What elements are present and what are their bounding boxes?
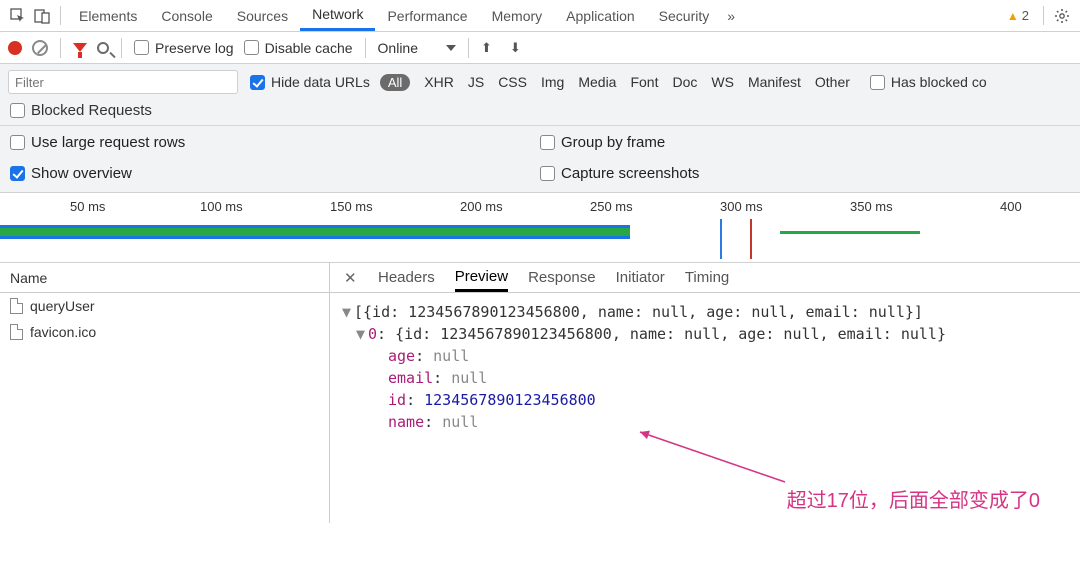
blocked-requests-checkbox[interactable]: Blocked Requests <box>8 102 152 119</box>
tick-label: 250 ms <box>590 199 633 214</box>
capture-screenshots-checkbox[interactable]: Capture screenshots <box>540 165 699 182</box>
annotation-arrow-icon <box>635 427 795 487</box>
tab-security[interactable]: Security <box>647 0 722 31</box>
tick-label: 400 <box>1000 199 1022 214</box>
show-overview-checkbox[interactable]: Show overview <box>10 165 132 182</box>
tab-memory[interactable]: Memory <box>480 0 555 31</box>
disclosure-triangle-icon[interactable]: ▼ <box>356 323 368 345</box>
filter-type-media[interactable]: Media <box>578 74 616 90</box>
filter-bar: Hide data URLs All XHR JS CSS Img Media … <box>0 64 1080 126</box>
close-icon[interactable]: ✕ <box>344 263 358 292</box>
tab-initiator[interactable]: Initiator <box>616 263 665 292</box>
tick-label: 350 ms <box>850 199 893 214</box>
tab-timing[interactable]: Timing <box>685 263 729 292</box>
hide-data-urls-checkbox[interactable]: Hide data URLs <box>248 74 370 90</box>
request-split: Name queryUser favicon.ico ✕ Headers Pre… <box>0 263 1080 523</box>
tab-performance[interactable]: Performance <box>375 0 479 31</box>
tick-label: 200 ms <box>460 199 503 214</box>
tick-label: 100 ms <box>200 199 243 214</box>
timeline-marker <box>750 219 752 259</box>
search-icon[interactable] <box>97 42 109 54</box>
timeline-marker <box>720 219 722 259</box>
large-rows-checkbox[interactable]: Use large request rows <box>10 134 185 151</box>
timeline-bar <box>780 231 920 234</box>
filter-type-img[interactable]: Img <box>541 74 564 90</box>
filter-type-ws[interactable]: WS <box>711 74 734 90</box>
tab-sources[interactable]: Sources <box>225 0 300 31</box>
upload-har-icon[interactable]: ⬆ <box>481 40 492 56</box>
filter-type-xhr[interactable]: XHR <box>424 74 454 90</box>
tab-response[interactable]: Response <box>528 263 596 292</box>
record-button[interactable] <box>8 41 22 55</box>
tick-label: 300 ms <box>720 199 763 214</box>
tab-console[interactable]: Console <box>149 0 224 31</box>
tab-preview[interactable]: Preview <box>455 263 508 292</box>
warnings-badge[interactable]: ▲ 2 <box>999 0 1037 31</box>
filter-type-all[interactable]: All <box>380 74 410 91</box>
network-toolbar: Preserve log Disable cache Online ⬆ ⬇ <box>0 32 1080 64</box>
network-options: Use large request rows Group by frame Sh… <box>0 126 1080 193</box>
tab-application[interactable]: Application <box>554 0 647 31</box>
request-detail: ✕ Headers Preview Response Initiator Tim… <box>330 263 1080 523</box>
filter-icon[interactable] <box>73 43 87 52</box>
devtools-tabstrip: Elements Console Sources Network Perform… <box>0 0 1080 32</box>
gear-icon[interactable] <box>1050 0 1074 31</box>
device-toggle-icon[interactable] <box>30 0 54 31</box>
overview-timeline[interactable]: 50 ms 100 ms 150 ms 200 ms 250 ms 300 ms… <box>0 193 1080 263</box>
throttling-select[interactable]: Online <box>378 40 456 56</box>
list-item[interactable]: favicon.ico <box>0 319 329 345</box>
download-har-icon[interactable]: ⬇ <box>510 40 521 56</box>
group-by-frame-checkbox[interactable]: Group by frame <box>540 134 665 151</box>
tick-label: 50 ms <box>70 199 105 214</box>
warnings-count: 2 <box>1022 8 1029 23</box>
has-blocked-checkbox[interactable]: Has blocked co <box>868 74 987 90</box>
tab-elements[interactable]: Elements <box>67 0 149 31</box>
inspect-icon[interactable] <box>6 0 30 31</box>
tabs-overflow-icon[interactable]: » <box>721 0 741 31</box>
tab-network[interactable]: Network <box>300 0 375 31</box>
preserve-log-checkbox[interactable]: Preserve log <box>134 40 234 56</box>
filter-type-font[interactable]: Font <box>630 74 658 90</box>
disable-cache-checkbox[interactable]: Disable cache <box>244 40 353 56</box>
tick-label: 150 ms <box>330 199 373 214</box>
filter-input[interactable] <box>8 70 238 94</box>
preview-pane[interactable]: ▼[{id: 1234567890123456800, name: null, … <box>330 293 1080 523</box>
filter-type-css[interactable]: CSS <box>498 74 527 90</box>
disclosure-triangle-icon[interactable]: ▼ <box>342 301 354 323</box>
chevron-down-icon <box>446 45 456 51</box>
filter-type-doc[interactable]: Doc <box>672 74 697 90</box>
annotation-text: 超过17位，后面全部变成了0 <box>787 484 1040 513</box>
detail-tabstrip: ✕ Headers Preview Response Initiator Tim… <box>330 263 1080 293</box>
filter-type-manifest[interactable]: Manifest <box>748 74 801 90</box>
column-header-name[interactable]: Name <box>0 263 329 293</box>
filter-type-group: All XHR JS CSS Img Media Font Doc WS Man… <box>380 74 850 91</box>
timeline-bar <box>0 228 630 236</box>
file-icon <box>10 298 23 314</box>
request-list: Name queryUser favicon.ico <box>0 263 330 523</box>
list-item[interactable]: queryUser <box>0 293 329 319</box>
clear-button[interactable] <box>32 40 48 56</box>
filter-type-js[interactable]: JS <box>468 74 484 90</box>
filter-type-other[interactable]: Other <box>815 74 850 90</box>
tab-headers[interactable]: Headers <box>378 263 435 292</box>
warning-icon: ▲ <box>1007 9 1019 23</box>
file-icon <box>10 324 23 340</box>
